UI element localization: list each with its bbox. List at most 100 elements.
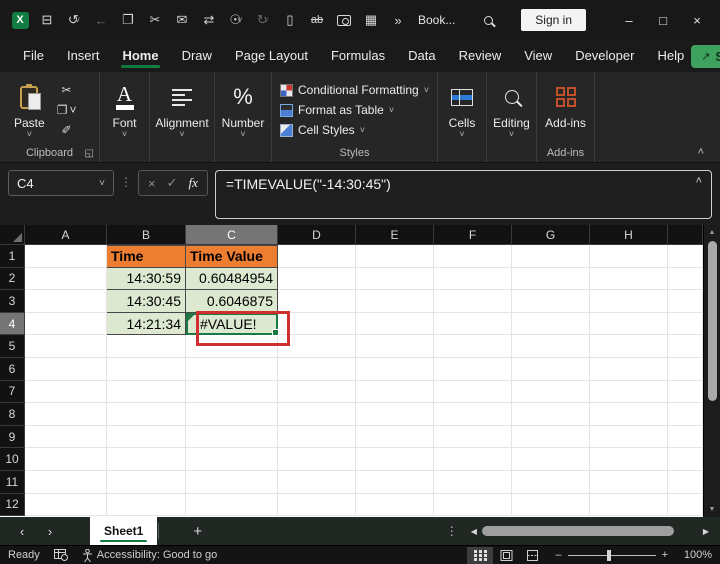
cell-A6[interactable] [25,357,107,381]
cell-D9[interactable] [278,425,356,449]
cell-D11[interactable] [278,470,356,494]
cell-D4[interactable] [278,312,356,336]
column-header-C[interactable]: C [186,225,278,245]
new-file-icon[interactable]: ▯ [280,8,300,32]
cut-icon[interactable]: ✂ [145,8,165,32]
cell-I6[interactable] [668,357,703,381]
cell-D3[interactable] [278,290,356,313]
cell-H10[interactable] [590,448,668,471]
cell-D1[interactable] [278,245,356,268]
cell-B10[interactable] [107,448,186,471]
cell-B1[interactable]: Time [107,245,186,268]
cell-E3[interactable] [356,290,434,313]
new-sheet-button[interactable]: + [193,523,202,540]
cell-B7[interactable] [107,380,186,404]
share-button[interactable]: ↗ Share ˅ [691,44,720,68]
cell-E4[interactable] [356,312,434,336]
cell-I2[interactable] [668,267,703,291]
cell-B5[interactable] [107,335,186,358]
cell-A11[interactable] [25,470,107,494]
tab-file[interactable]: File [16,43,51,70]
cell-C4[interactable]: #VALUE! [186,312,278,336]
cell-D5[interactable] [278,335,356,358]
column-header-D[interactable]: D [278,225,356,245]
row-header-5[interactable]: 5 [0,335,25,358]
replace-icon[interactable]: ⇄ [199,8,219,32]
cell-E10[interactable] [356,448,434,471]
cell-G3[interactable] [512,290,590,313]
search-icon[interactable] [484,15,494,25]
cell-C6[interactable] [186,357,278,381]
cell-B2[interactable]: 14:30:59 [107,267,186,291]
cell-A7[interactable] [25,380,107,404]
select-all-corner[interactable] [0,225,25,245]
row-header-2[interactable]: 2 [0,267,25,291]
cell-A12[interactable] [25,493,107,517]
column-header-A[interactable]: A [25,225,107,245]
cell-I5[interactable] [668,335,703,358]
clipboard-dialog-launcher-icon[interactable]: ◱ [85,148,94,159]
cell-D2[interactable] [278,267,356,291]
cell-H5[interactable] [590,335,668,358]
cell-I7[interactable] [668,380,703,404]
redo-icon[interactable]: ↻ ˅ [253,8,273,32]
scroll-up-icon[interactable]: ▲ [704,229,720,236]
cell-G11[interactable] [512,470,590,494]
undo-icon[interactable]: ↺ ˅ [64,8,84,32]
cell-G8[interactable] [512,403,590,426]
macro-record-icon[interactable] [53,549,68,561]
horizontal-scrollbar-thumb[interactable] [481,526,674,536]
cell-C8[interactable] [186,403,278,426]
page-layout-view-button[interactable] [493,547,519,564]
cell-H7[interactable] [590,380,668,404]
row-header-11[interactable]: 11 [0,470,25,494]
horizontal-scrollbar[interactable] [480,526,700,536]
cell-A2[interactable] [25,267,107,291]
cell-F7[interactable] [434,380,512,404]
column-header-G[interactable]: G [512,225,590,245]
row-header-10[interactable]: 10 [0,448,25,471]
tab-page-layout[interactable]: Page Layout [228,43,315,70]
cell-H9[interactable] [590,425,668,449]
collapse-formula-bar-icon[interactable]: ˄ [696,175,702,187]
cell-I8[interactable] [668,403,703,426]
column-header-E[interactable]: E [356,225,434,245]
cell-I1[interactable] [668,245,703,268]
cell-E2[interactable] [356,267,434,291]
cell-B12[interactable] [107,493,186,517]
cell-B9[interactable] [107,425,186,449]
cell-D12[interactable] [278,493,356,517]
camera-icon[interactable] [334,8,354,32]
cell-H2[interactable] [590,267,668,291]
cell-F9[interactable] [434,425,512,449]
tab-review[interactable]: Review [452,43,509,70]
column-header-H[interactable]: H [590,225,668,245]
cell-H11[interactable] [590,470,668,494]
cell-A4[interactable] [25,312,107,336]
cell-C9[interactable] [186,425,278,449]
cut-button[interactable]: ✂ [62,82,72,98]
cell-E9[interactable] [356,425,434,449]
close-button[interactable]: × [680,13,714,28]
cell-A10[interactable] [25,448,107,471]
cells-button[interactable]: Cells ˅ [438,78,486,139]
cell-G12[interactable] [512,493,590,517]
scroll-down-icon[interactable]: ▼ [704,506,720,513]
cell-I12[interactable] [668,493,703,517]
font-button[interactable]: A Font ˅ [100,78,149,139]
cell-F11[interactable] [434,470,512,494]
row-header-4[interactable]: 4 [0,312,25,336]
zoom-out-button[interactable]: – [555,549,561,561]
cell-F4[interactable] [434,312,512,336]
cell-G7[interactable] [512,380,590,404]
cell-F10[interactable] [434,448,512,471]
alignment-button[interactable]: Alignment ˅ [150,78,214,139]
cell-B8[interactable] [107,403,186,426]
cell-H8[interactable] [590,403,668,426]
tab-home[interactable]: Home [115,43,165,70]
cell-H1[interactable] [590,245,668,268]
vertical-scrollbar[interactable]: ▲ ▼ [703,225,720,517]
cell-G9[interactable] [512,425,590,449]
cell-H6[interactable] [590,357,668,381]
vertical-scrollbar-thumb[interactable] [708,241,717,401]
